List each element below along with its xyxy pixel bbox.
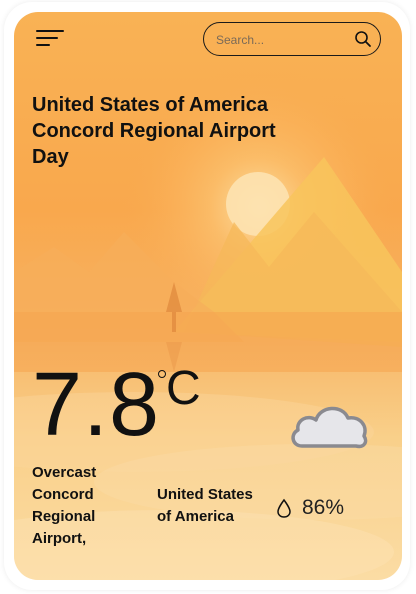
condition-block: Overcast Concord Regional Airport, [32, 462, 132, 550]
search-box [203, 22, 381, 56]
country-line-1: United States [157, 486, 253, 503]
condition-text: Overcast [32, 464, 97, 481]
country-block: United States of America [157, 484, 277, 528]
search-input[interactable] [214, 30, 348, 50]
menu-button[interactable] [36, 30, 66, 48]
location-line-3: Airport, [32, 530, 87, 547]
search-icon[interactable] [354, 30, 372, 48]
temperature-value: 7.8 [32, 355, 161, 455]
location-title: United States of America Concord Regiona… [32, 92, 332, 170]
humidity-indicator: 86% [276, 496, 344, 520]
period-title: Day [32, 146, 69, 168]
temperature-unit: C [166, 362, 201, 415]
cloud-icon [291, 406, 368, 449]
droplet-icon [277, 498, 291, 518]
humidity-value: 86% [302, 496, 345, 519]
airport-title: Concord Regional Airport [32, 120, 276, 142]
degree-symbol [158, 370, 166, 378]
location-line-1: Concord [32, 486, 94, 503]
country-title: United States of America [32, 94, 268, 116]
country-line-2: of America [157, 508, 234, 525]
location-line-2: Regional [32, 508, 96, 525]
weather-card: United States of America Concord Regiona… [14, 12, 402, 580]
